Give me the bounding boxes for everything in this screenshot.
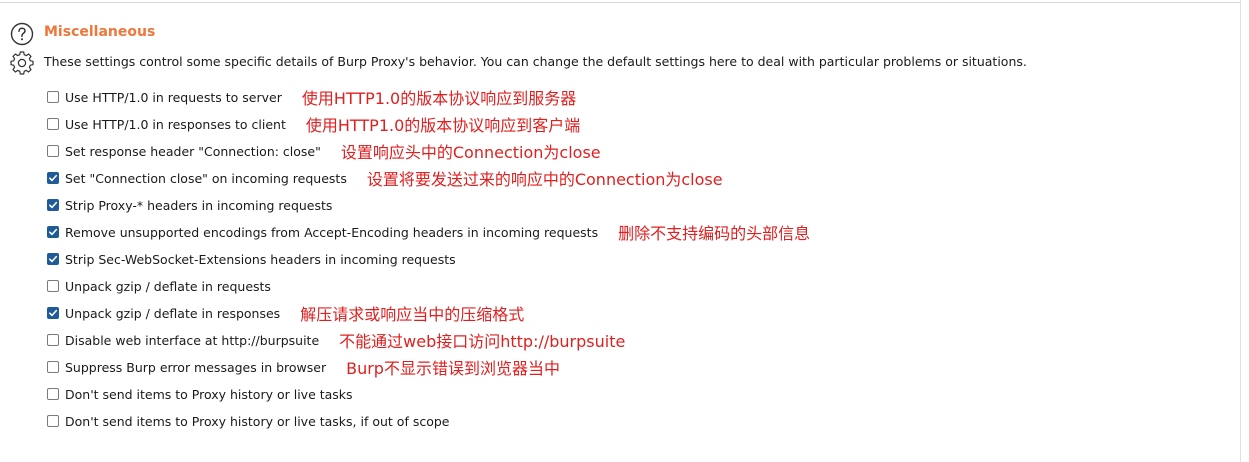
- option-label[interactable]: Use HTTP/1.0 in responses to client: [65, 117, 286, 132]
- option-suppress-error-messages[interactable]: Suppress Burp error messages in browser …: [47, 357, 560, 378]
- checkbox[interactable]: [47, 253, 59, 265]
- annotation-note: 设置响应头中的Connection为close: [340, 143, 601, 162]
- option-dont-send-to-history[interactable]: Don't send items to Proxy history or liv…: [47, 384, 373, 404]
- option-label[interactable]: Unpack gzip / deflate in responses: [65, 306, 280, 321]
- annotation-note: 解压请求或响应当中的压缩格式: [300, 305, 525, 324]
- annotation-note: 使用HTTP1.0的版本协议响应到服务器: [301, 89, 577, 108]
- option-dont-send-out-of-scope[interactable]: Don't send items to Proxy history or liv…: [47, 411, 469, 431]
- option-label[interactable]: Set response header "Connection: close": [65, 144, 321, 159]
- right-divider: [1240, 0, 1241, 462]
- checkbox[interactable]: [47, 361, 59, 373]
- checkbox[interactable]: [47, 145, 59, 157]
- checkbox[interactable]: [47, 280, 59, 292]
- option-http10-responses[interactable]: Use HTTP/1.0 in responses to client 使用HT…: [47, 114, 581, 135]
- option-connection-close-requests[interactable]: Set "Connection close" on incoming reque…: [47, 168, 723, 189]
- annotation-note: 删除不支持编码的头部信息: [618, 224, 811, 243]
- option-label[interactable]: Suppress Burp error messages in browser: [65, 360, 326, 375]
- option-unpack-gzip-requests[interactable]: Unpack gzip / deflate in requests: [47, 276, 291, 296]
- section-title: Miscellaneous: [44, 24, 156, 40]
- checkbox[interactable]: [47, 226, 59, 238]
- annotation-note: Burp不显示错误到浏览器当中: [346, 359, 560, 378]
- annotation-note: 使用HTTP1.0的版本协议响应到客户端: [305, 116, 581, 135]
- option-label[interactable]: Use HTTP/1.0 in requests to server: [65, 90, 282, 105]
- option-http10-requests[interactable]: Use HTTP/1.0 in requests to server 使用HTT…: [47, 87, 577, 108]
- checkbox[interactable]: [47, 388, 59, 400]
- annotation-note: 不能通过web接口访问http://burpsuite: [339, 332, 626, 351]
- checkbox[interactable]: [47, 334, 59, 346]
- option-connection-close-response[interactable]: Set response header "Connection: close" …: [47, 141, 601, 162]
- option-label[interactable]: Don't send items to Proxy history or liv…: [65, 387, 353, 402]
- option-label[interactable]: Strip Proxy-* headers in incoming reques…: [65, 198, 332, 213]
- checkbox[interactable]: [47, 118, 59, 130]
- option-strip-websocket-extensions[interactable]: Strip Sec-WebSocket-Extensions headers i…: [47, 249, 476, 269]
- gear-icon[interactable]: [10, 51, 34, 75]
- option-label[interactable]: Disable web interface at http://burpsuit…: [65, 333, 319, 348]
- option-label[interactable]: Unpack gzip / deflate in requests: [65, 279, 271, 294]
- checkbox[interactable]: [47, 91, 59, 103]
- top-divider: [0, 2, 1240, 3]
- checkbox[interactable]: [47, 172, 59, 184]
- option-strip-proxy-headers[interactable]: Strip Proxy-* headers in incoming reques…: [47, 195, 352, 215]
- option-disable-web-interface[interactable]: Disable web interface at http://burpsuit…: [47, 330, 626, 351]
- option-label[interactable]: Strip Sec-WebSocket-Extensions headers i…: [65, 252, 456, 267]
- help-circle-icon[interactable]: [10, 22, 34, 46]
- option-remove-unsupported-encodings[interactable]: Remove unsupported encodings from Accept…: [47, 222, 811, 243]
- checkbox[interactable]: [47, 307, 59, 319]
- option-unpack-gzip-responses[interactable]: Unpack gzip / deflate in responses 解压请求或…: [47, 303, 525, 324]
- option-label[interactable]: Don't send items to Proxy history or liv…: [65, 414, 449, 429]
- checkbox[interactable]: [47, 415, 59, 427]
- checkbox[interactable]: [47, 199, 59, 211]
- option-label[interactable]: Set "Connection close" on incoming reque…: [65, 171, 347, 186]
- option-label[interactable]: Remove unsupported encodings from Accept…: [65, 225, 598, 240]
- section-description: These settings control some specific det…: [44, 54, 1027, 69]
- annotation-note: 设置将要发送过来的响应中的Connection为close: [366, 170, 723, 189]
